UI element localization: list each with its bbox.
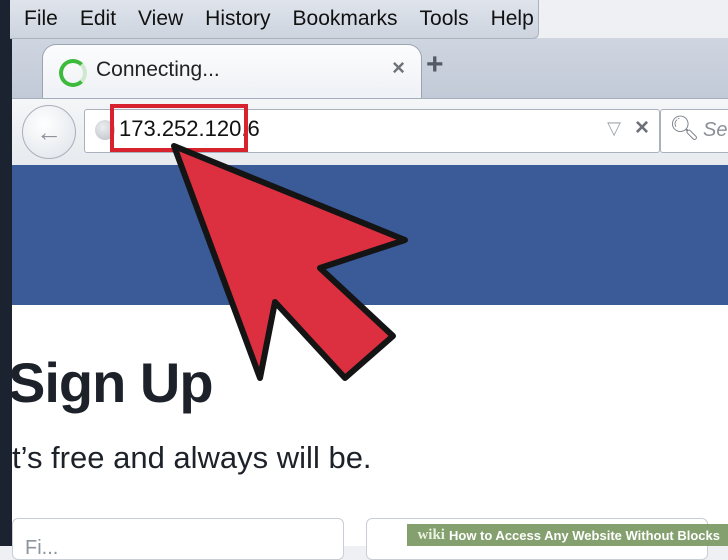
menu-history[interactable]: History	[193, 7, 280, 31]
search-placeholder: Sec	[703, 119, 728, 141]
watermark: wiki How to Access Any Website Without B…	[407, 524, 728, 546]
loading-spinner-icon	[59, 59, 87, 87]
site-header-band	[12, 165, 728, 305]
browser-tab[interactable]: Connecting... ×	[42, 44, 422, 101]
history-dropdown-icon[interactable]: ▽	[607, 118, 621, 139]
signup-tagline: t’s free and always will be.	[12, 440, 372, 475]
tab-title: Connecting...	[96, 58, 220, 81]
tab-close-icon[interactable]: ×	[392, 55, 405, 81]
menu-bookmarks[interactable]: Bookmarks	[281, 7, 408, 31]
back-button[interactable]: ←	[22, 105, 76, 159]
search-icon: 🔍︎	[669, 115, 700, 142]
menu-help[interactable]: Help	[479, 7, 544, 31]
window-edge	[0, 0, 12, 546]
tab-strip: Connecting... × +	[12, 38, 728, 101]
watermark-title: How to Access Any Website Without Blocks	[448, 527, 720, 543]
page-content	[12, 305, 728, 546]
url-highlight-box	[110, 104, 248, 152]
menu-tools[interactable]: Tools	[408, 7, 479, 31]
menu-bar: File Edit View History Bookmarks Tools H…	[10, 0, 539, 39]
signup-heading: Sign Up	[8, 351, 214, 414]
first-name-field[interactable]: Fi...	[12, 518, 344, 560]
stop-icon[interactable]: ×	[635, 114, 649, 142]
menu-view[interactable]: View	[126, 7, 193, 31]
watermark-brand: wiki	[417, 526, 445, 543]
menu-edit[interactable]: Edit	[68, 7, 126, 31]
menu-file[interactable]: File	[10, 7, 68, 31]
back-arrow-icon: ←	[36, 116, 62, 147]
first-name-placeholder: Fi...	[25, 537, 59, 559]
new-tab-button[interactable]: +	[426, 48, 444, 82]
search-box[interactable]: 🔍︎ Sec	[660, 109, 728, 153]
